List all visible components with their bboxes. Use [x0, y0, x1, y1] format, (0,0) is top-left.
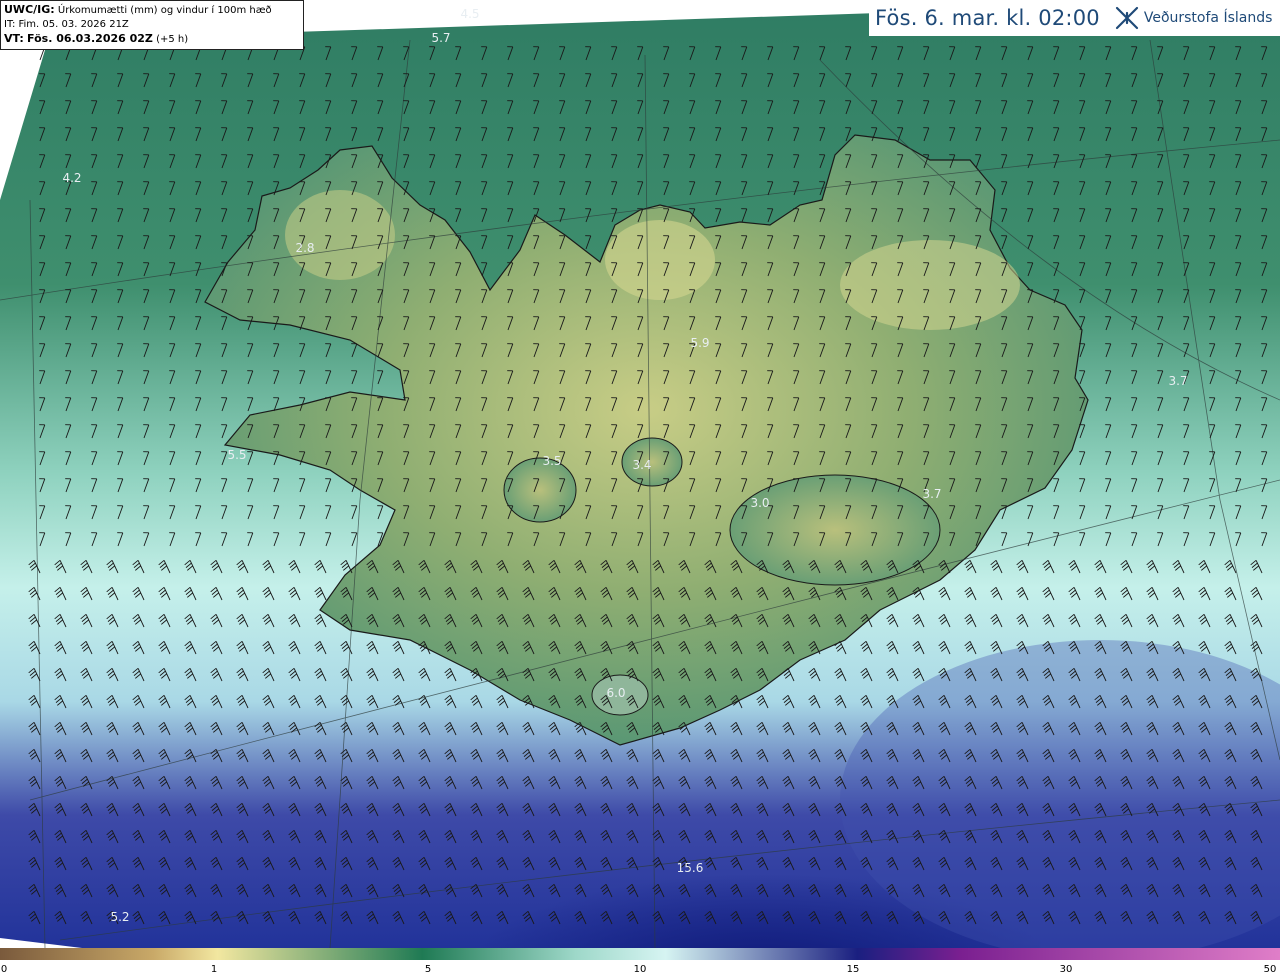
- map-value-label: 3.7: [922, 487, 941, 501]
- map-value-label: 5.7: [431, 31, 450, 45]
- map-value-label: 15.6: [677, 861, 704, 875]
- snowflake-icon: [1115, 6, 1138, 30]
- map-value-label: 3.0: [750, 496, 769, 510]
- forecast-time-title: Fös. 6. mar. kl. 02:00: [875, 6, 1100, 30]
- colorbar-tick: 30: [1059, 964, 1073, 975]
- map-value-label: 2.8: [295, 241, 314, 255]
- glacier-langjokull: [503, 457, 577, 523]
- colorbar-tick: 5: [424, 964, 432, 975]
- map-value-label: 6.0: [606, 686, 625, 700]
- colorbar-tick: 1: [210, 964, 218, 975]
- map-value-label: 5.9: [690, 336, 709, 350]
- map-value-label: 4.5: [460, 7, 479, 21]
- map-value-label: 3.4: [632, 458, 651, 472]
- forecast-info-box: UWC/IG: Úrkomumætti (mm) og vindur í 100…: [0, 0, 304, 50]
- map-value-label: 5.5: [227, 448, 246, 462]
- map-value-label: 3.5: [542, 454, 561, 468]
- colorbar-tick: 0: [0, 964, 8, 975]
- colorbar-tick: 15: [846, 964, 860, 975]
- map-value-label: 4.2: [62, 171, 81, 185]
- colorbar-tick: 10: [633, 964, 647, 975]
- glacier-hofsjokull: [621, 437, 683, 487]
- map-value-label: 5.2: [110, 910, 129, 924]
- colorbar-ticks: 0 1 5 10 15 30 50: [0, 960, 1280, 978]
- vedurstofa-logo: Veðurstofa Íslands: [1114, 5, 1273, 31]
- title-box: Fös. 6. mar. kl. 02:00 Veðurstofa Ísland…: [869, 0, 1280, 36]
- valid-prefix: VT:: [4, 32, 24, 45]
- precipitation-map: 4.5 5.7 4.2 2.8 5.9 3.7 5.5 3.5 3.4 3.7 3.0 6.0 15.6…: [0, 0, 1280, 948]
- map-value-label: 3.7: [1168, 374, 1187, 388]
- colorbar-tick: 50: [1263, 964, 1277, 975]
- product-description: Úrkomumætti (mm) og vindur í 100m hæð: [57, 5, 272, 16]
- lead-time: (+5 h): [156, 34, 189, 45]
- init-time: IT: Fim. 05. 03. 2026 21Z: [4, 19, 129, 30]
- colorbar: [0, 948, 1280, 960]
- product-code: UWC/IG:: [4, 3, 55, 16]
- brand-name: Veðurstofa Íslands: [1143, 10, 1273, 26]
- valid-time: Fös. 06.03.2026 02Z: [27, 32, 153, 45]
